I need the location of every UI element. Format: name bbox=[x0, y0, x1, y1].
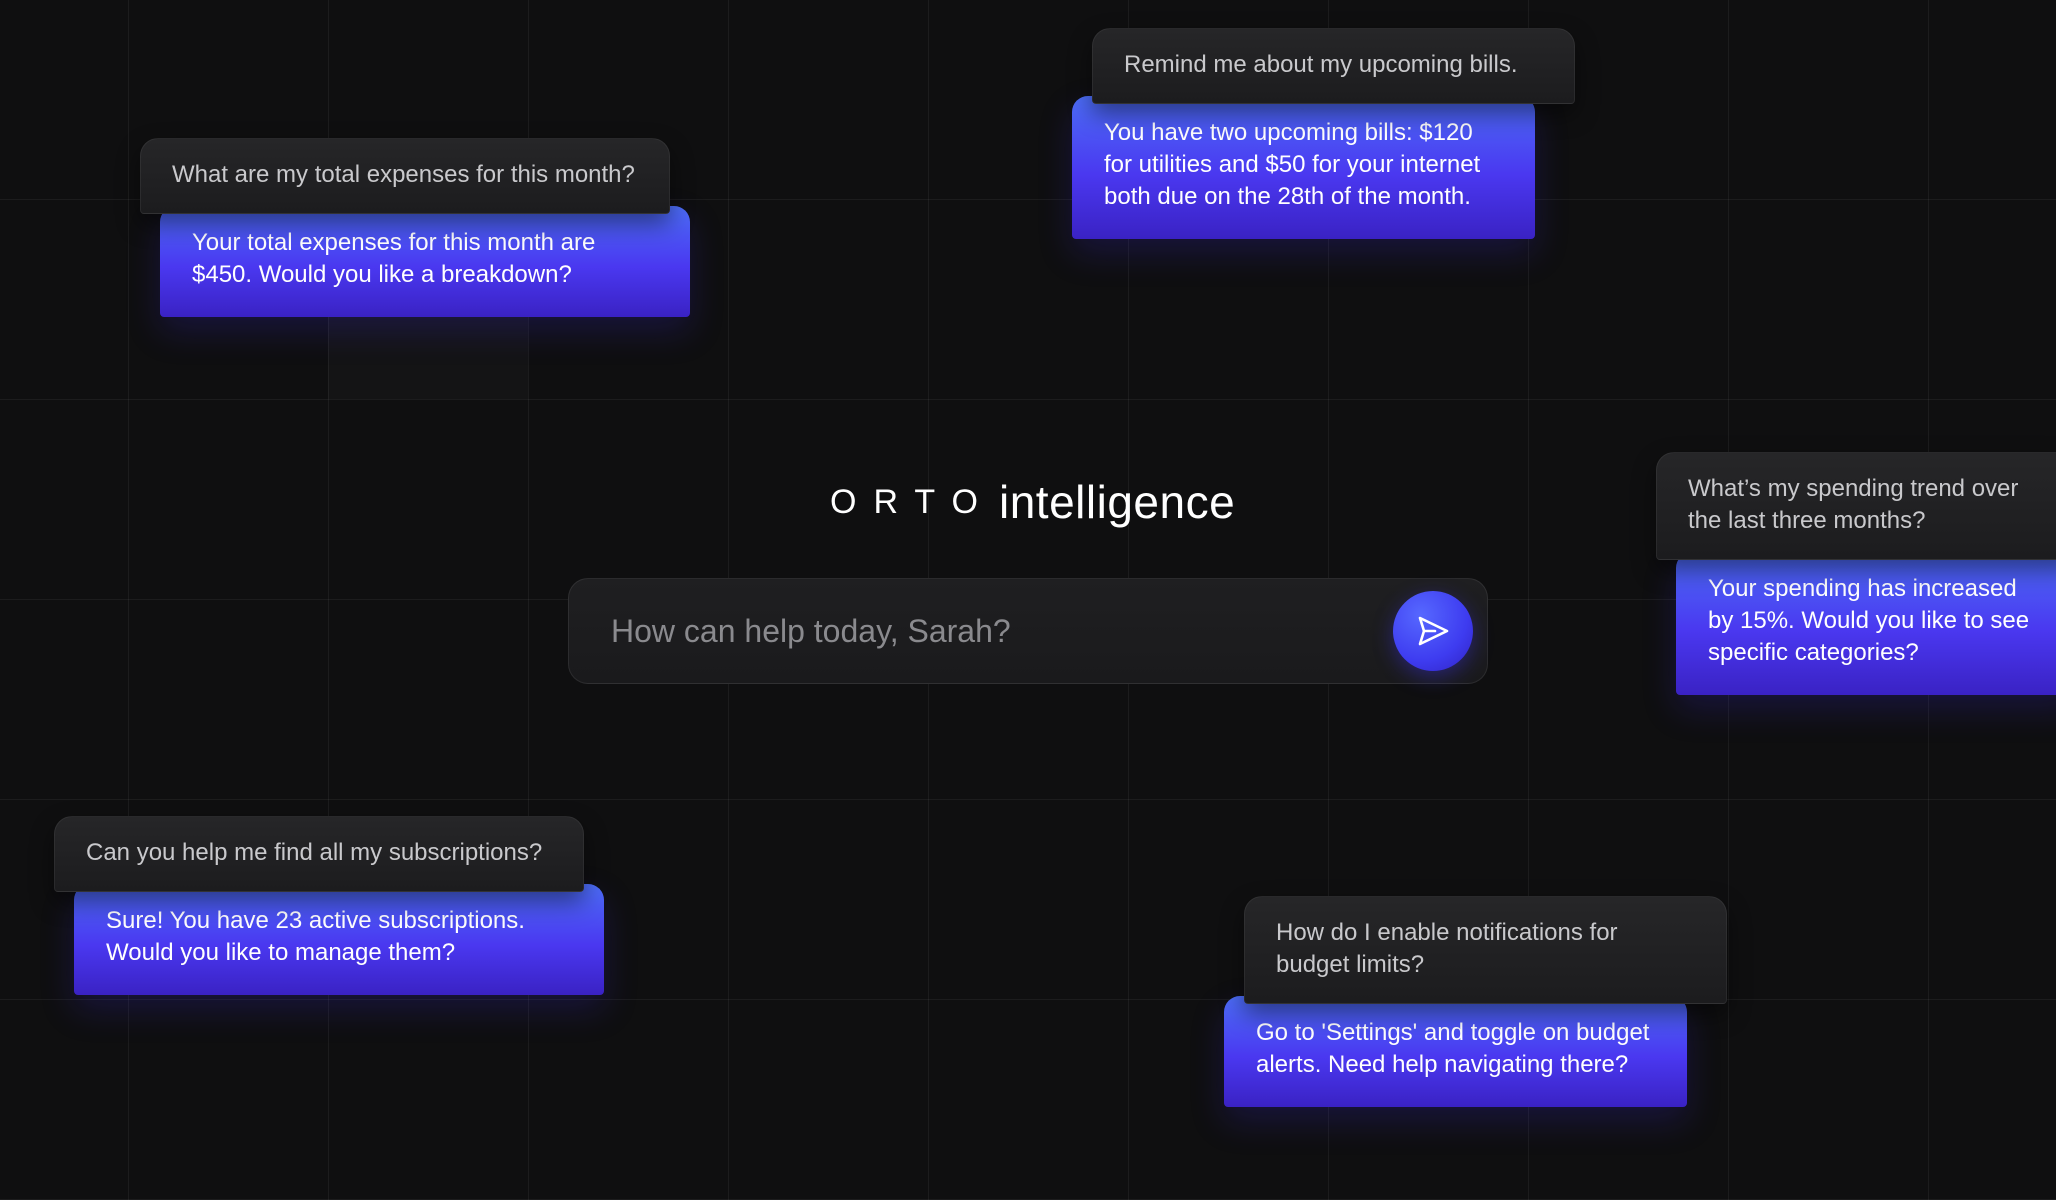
chat-pair-expenses: What are my total expenses for this mont… bbox=[140, 138, 690, 317]
assistant-answer-bubble: Sure! You have 23 active subscriptions. … bbox=[74, 884, 604, 995]
assistant-answer-bubble: You have two upcoming bills: $120 for ut… bbox=[1072, 96, 1535, 239]
brand-logo: ORTO bbox=[830, 482, 995, 521]
send-icon bbox=[1413, 611, 1453, 651]
chat-pair-bills: Remind me about my upcoming bills. You h… bbox=[1072, 28, 1575, 239]
user-question-bubble: What’s my spending trend over the last t… bbox=[1656, 452, 2056, 560]
chat-pair-subscriptions: Can you help me find all my subscription… bbox=[54, 816, 604, 995]
assistant-answer-bubble: Your total expenses for this month are $… bbox=[160, 206, 690, 317]
brand-name: intelligence bbox=[999, 476, 1236, 528]
user-question-bubble: Remind me about my upcoming bills. bbox=[1092, 28, 1575, 104]
search-input[interactable] bbox=[609, 611, 1393, 651]
chat-pair-notifications: How do I enable notifications for budget… bbox=[1224, 896, 1727, 1107]
user-question-bubble: What are my total expenses for this mont… bbox=[140, 138, 670, 214]
send-button[interactable] bbox=[1393, 591, 1473, 671]
user-question-bubble: Can you help me find all my subscription… bbox=[54, 816, 584, 892]
brand-header: ORTO intelligence bbox=[830, 474, 1235, 530]
assistant-answer-bubble: Go to 'Settings' and toggle on budget al… bbox=[1224, 996, 1687, 1107]
search-bar bbox=[568, 578, 1488, 684]
user-question-bubble: How do I enable notifications for budget… bbox=[1244, 896, 1727, 1004]
chat-pair-spending-trend: What’s my spending trend over the last t… bbox=[1656, 452, 2056, 695]
assistant-answer-bubble: Your spending has increased by 15%. Woul… bbox=[1676, 552, 2056, 695]
